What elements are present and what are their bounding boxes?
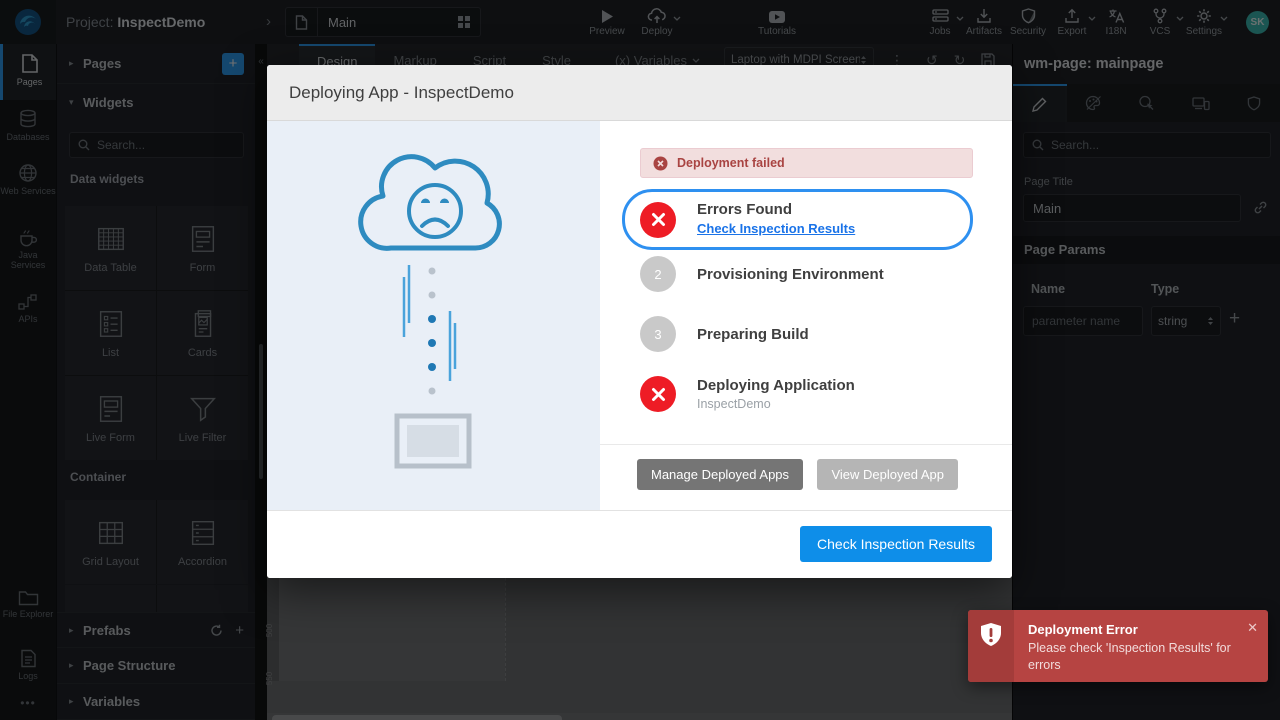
deploy-status-pane: Deployment failed Errors Found Check Ins…: [600, 121, 1012, 510]
modal-actions: Manage Deployed Apps View Deployed App: [622, 459, 973, 490]
deployment-failed-alert: Deployment failed: [640, 148, 973, 178]
toast-title: Deployment Error: [1028, 622, 1138, 637]
check-inspection-results-button[interactable]: Check Inspection Results: [800, 526, 992, 562]
error-x-icon: [640, 376, 676, 412]
manage-deployed-apps-button[interactable]: Manage Deployed Apps: [637, 459, 803, 490]
check-inspection-results-link[interactable]: Check Inspection Results: [697, 221, 855, 236]
shield-exclamation-icon: [980, 622, 1002, 648]
step-preparing-build: 3 Preparing Build: [622, 316, 973, 352]
error-x-icon: [640, 202, 676, 238]
step-deploying-application: Deploying Application InspectDemo: [622, 376, 973, 412]
wavemaker-studio: Project: InspectDemo › Main Preview Depl…: [0, 0, 1280, 720]
sad-cloud-icon: [354, 151, 514, 471]
modal-footer: Check Inspection Results: [267, 510, 1012, 578]
view-deployed-app-button[interactable]: View Deployed App: [817, 459, 958, 490]
close-icon[interactable]: ✕: [1247, 620, 1258, 636]
step-number-badge: 3: [640, 316, 676, 352]
error-circle-icon: [653, 156, 668, 171]
step-number-badge: 2: [640, 256, 676, 292]
divider: [600, 444, 1012, 445]
deploy-failed-illustration: [267, 121, 600, 510]
step-provisioning: 2 Provisioning Environment: [622, 256, 973, 292]
toast-icon-strip: [968, 610, 1014, 682]
modal-title: Deploying App - InspectDemo: [267, 65, 1012, 121]
modal-body: Deployment failed Errors Found Check Ins…: [267, 121, 1012, 510]
deploy-modal: Deploying App - InspectDemo: [267, 65, 1012, 578]
deployment-error-toast: Deployment Error Please check 'Inspectio…: [968, 610, 1268, 682]
toast-message: Please check 'Inspection Results' for er…: [1028, 640, 1234, 674]
step-errors-found: Errors Found Check Inspection Results: [622, 189, 973, 250]
